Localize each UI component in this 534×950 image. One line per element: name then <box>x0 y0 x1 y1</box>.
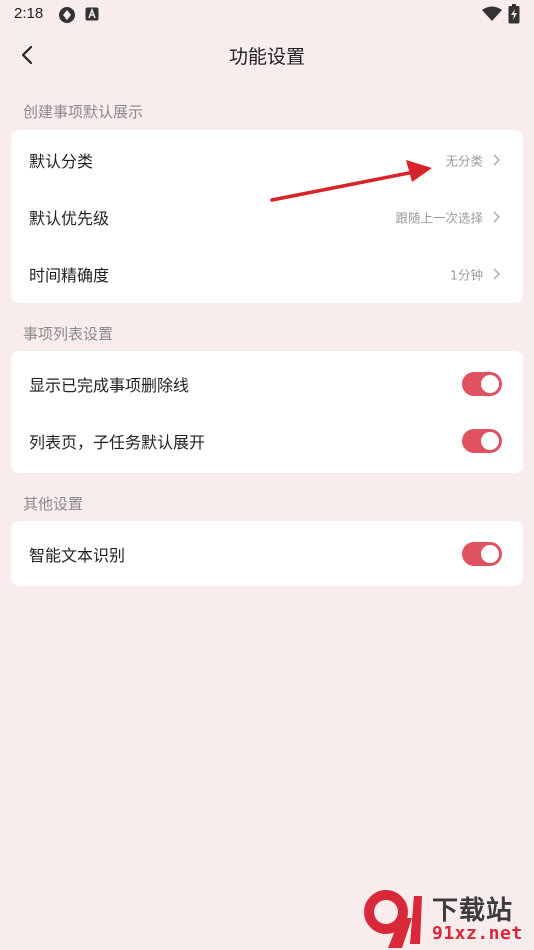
row-time-precision[interactable]: 时间精确度 1分钟 <box>11 245 523 302</box>
section-title-create-defaults: 创建事项默认展示 <box>23 103 144 121</box>
strikethrough-toggle[interactable] <box>462 371 502 396</box>
card-create-defaults: 默认分类 无分类 默认优先级 跟随上一次选择 时间精确度 1分钟 <box>11 130 523 303</box>
watermark: 下载站 91xz.net <box>362 888 534 950</box>
toggle-knob <box>481 544 499 563</box>
smart-text-toggle[interactable] <box>462 541 502 566</box>
sync-icon <box>59 7 75 23</box>
row-label: 显示已完成事项删除线 <box>29 375 190 395</box>
row-default-priority[interactable]: 默认优先级 跟随上一次选择 <box>11 188 523 245</box>
row-default-category[interactable]: 默认分类 无分类 <box>11 131 523 188</box>
row-label: 智能文本识别 <box>29 545 126 565</box>
card-list-settings: 显示已完成事项删除线 列表页，子任务默认展开 <box>11 351 523 473</box>
app-bar: 功能设置 <box>0 30 534 82</box>
expand-subtasks-toggle[interactable] <box>462 428 502 453</box>
row-strikethrough-completed: 显示已完成事项删除线 <box>11 355 523 412</box>
row-value: 无分类 <box>445 153 483 168</box>
section-title-other-settings: 其他设置 <box>23 495 84 513</box>
row-label: 默认优先级 <box>29 208 110 228</box>
card-other-settings: 智能文本识别 <box>11 521 523 586</box>
row-label: 时间精确度 <box>29 265 110 285</box>
row-value: 1分钟 <box>450 267 483 282</box>
chevron-right-icon <box>493 211 500 222</box>
chevron-right-icon <box>493 268 500 279</box>
battery-charging-icon <box>508 4 520 24</box>
a-badge-icon <box>85 7 99 21</box>
row-smart-text-recognition: 智能文本识别 <box>11 525 523 582</box>
status-bar: 2:18 <box>0 0 534 30</box>
toggle-knob <box>481 374 499 393</box>
status-time: 2:18 <box>14 5 44 22</box>
row-expand-subtasks: 列表页，子任务默认展开 <box>11 412 523 469</box>
row-value: 跟随上一次选择 <box>395 210 483 225</box>
toggle-knob <box>481 431 499 450</box>
page-title: 功能设置 <box>228 46 305 68</box>
chevron-right-icon <box>493 154 500 165</box>
watermark-logo-icon <box>364 890 422 948</box>
row-label: 默认分类 <box>29 151 94 171</box>
section-title-list-settings: 事项列表设置 <box>23 325 114 343</box>
watermark-site: 91xz.net <box>432 923 523 944</box>
wifi-icon <box>482 6 502 21</box>
watermark-title: 下载站 <box>432 896 514 926</box>
row-label: 列表页，子任务默认展开 <box>29 432 206 452</box>
